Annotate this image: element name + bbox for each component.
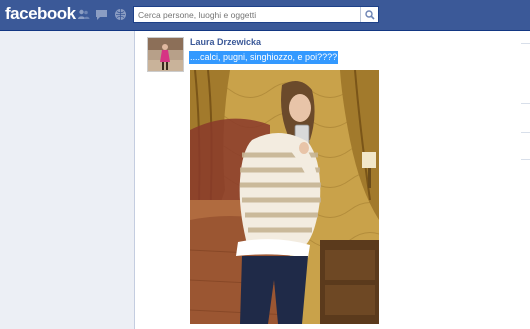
messages-icon[interactable] <box>95 8 108 21</box>
search-button[interactable] <box>360 7 378 22</box>
divider <box>521 132 530 133</box>
divider <box>521 159 530 160</box>
author-avatar[interactable] <box>147 37 184 72</box>
search-box <box>133 6 379 23</box>
notifications-icon[interactable] <box>114 8 127 21</box>
post-author-name[interactable]: Laura Drzewicka <box>190 37 261 47</box>
divider <box>521 43 530 44</box>
friends-icon[interactable] <box>77 8 90 21</box>
top-bar: facebook <box>0 0 530 31</box>
divider <box>521 103 530 104</box>
left-column <box>0 31 134 329</box>
post-photo[interactable] <box>190 70 379 324</box>
facebook-logo[interactable]: facebook <box>5 4 76 24</box>
post-caption: ....calci, pugni, singhiozzo, e poi???? <box>189 51 339 64</box>
search-icon <box>365 10 375 20</box>
search-input[interactable] <box>134 7 358 22</box>
